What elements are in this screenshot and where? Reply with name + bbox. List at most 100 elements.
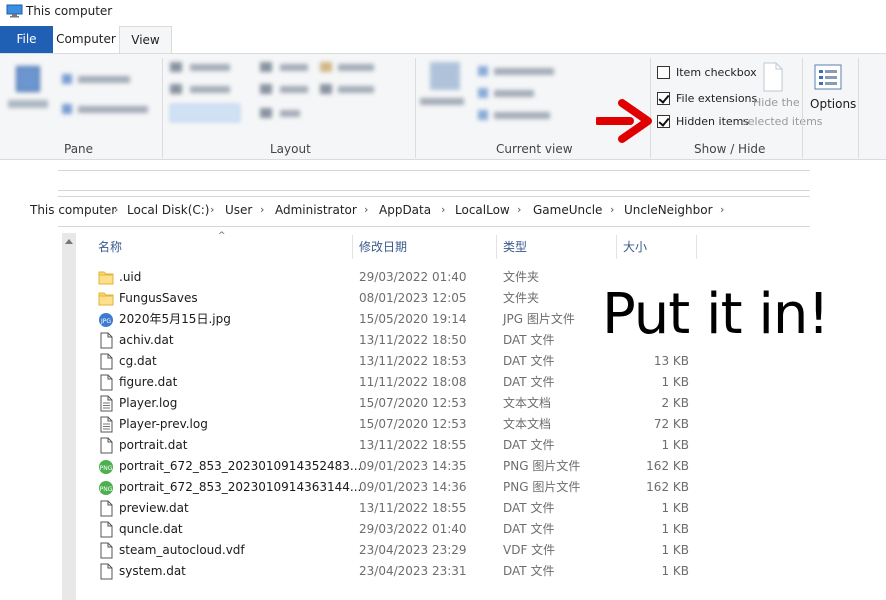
group-label-layout: Layout — [270, 142, 311, 156]
chevron-right-icon[interactable]: › — [210, 203, 214, 216]
column-divider[interactable] — [696, 235, 697, 259]
file-extensions-checkbox[interactable] — [657, 92, 670, 105]
scroll-up-icon[interactable] — [65, 239, 73, 244]
jpg-icon: JPG — [98, 311, 114, 328]
svg-text:PNG: PNG — [100, 465, 113, 472]
chevron-right-icon[interactable]: › — [114, 203, 118, 216]
file-size: 1 KB — [661, 522, 689, 536]
hide-selected-items-icon — [763, 62, 783, 92]
item-checkboxes-label: Item checkbox — [676, 66, 757, 79]
file-size: 1 KB — [661, 438, 689, 452]
options-button[interactable]: Options — [810, 97, 856, 111]
file-name: figure.dat — [119, 375, 178, 389]
file-date: 15/07/2020 12:53 — [359, 417, 467, 431]
file-size: 1 KB — [661, 543, 689, 557]
current-view-options[interactable] — [420, 62, 560, 122]
file-type: VDF 文件 — [503, 543, 556, 557]
file-date: 15/07/2020 12:53 — [359, 396, 467, 410]
file-name: portrait.dat — [119, 438, 188, 452]
file-date: 29/03/2022 01:40 — [359, 270, 467, 284]
file-icon — [98, 521, 114, 538]
file-row[interactable]: Player.log 15/07/2020 12:53 文本文档 2 KB — [92, 393, 792, 414]
file-type: DAT 文件 — [503, 564, 555, 578]
file-date: 13/11/2022 18:55 — [359, 501, 467, 515]
file-icon — [98, 437, 114, 454]
options-icon[interactable] — [814, 64, 842, 90]
column-divider[interactable] — [352, 235, 353, 259]
column-header-date[interactable]: 修改日期 — [359, 233, 407, 261]
file-name: 2020年5月15日.jpg — [119, 312, 231, 326]
ribbon-tabs: File Computer View — [0, 26, 886, 53]
file-name: Player.log — [119, 396, 178, 410]
file-icon — [98, 374, 114, 391]
ribbon-separator — [858, 58, 859, 158]
chevron-right-icon[interactable]: › — [441, 203, 445, 216]
file-date: 23/04/2023 23:31 — [359, 564, 467, 578]
address-bar-divider — [58, 170, 810, 171]
breadcrumb-item[interactable]: User — [225, 203, 252, 217]
file-size: 13 KB — [653, 354, 689, 368]
file-row[interactable]: cg.dat 13/11/2022 18:53 DAT 文件 13 KB — [92, 351, 792, 372]
breadcrumb-item[interactable]: AppData — [379, 203, 431, 217]
chevron-right-icon[interactable]: › — [720, 203, 724, 216]
file-size: 1 KB — [661, 501, 689, 515]
file-row[interactable]: system.dat 23/04/2023 23:31 DAT 文件 1 KB — [92, 561, 792, 582]
file-icon — [98, 542, 114, 559]
file-type: DAT 文件 — [503, 354, 555, 368]
file-type: DAT 文件 — [503, 375, 555, 389]
file-row[interactable]: Player-prev.log 15/07/2020 12:53 文本文档 72 KB — [92, 414, 792, 435]
breadcrumb-item[interactable]: Local Disk(C:) — [127, 203, 209, 217]
breadcrumb-item[interactable]: This computer — [30, 203, 116, 217]
file-date: 09/01/2023 14:36 — [359, 480, 467, 494]
file-name: Player-prev.log — [119, 417, 208, 431]
hide-selected-label-2[interactable]: selected items — [742, 115, 823, 128]
chevron-right-icon[interactable]: › — [610, 203, 614, 216]
file-date: 08/01/2023 12:05 — [359, 291, 467, 305]
breadcrumb-item[interactable]: Administrator — [275, 203, 357, 217]
red-arrow-annotation — [596, 99, 652, 143]
hidden-items-checkbox[interactable] — [657, 115, 670, 128]
column-header-name[interactable]: 名称 — [98, 233, 122, 261]
layout-options[interactable] — [170, 60, 400, 124]
file-row[interactable]: steam_autocloud.vdf 23/04/2023 23:29 VDF 文… — [92, 540, 792, 561]
navigation-pane-button[interactable] — [8, 64, 48, 114]
column-header-type[interactable]: 类型 — [503, 233, 527, 261]
chevron-right-icon[interactable]: › — [260, 203, 264, 216]
vertical-scrollbar[interactable] — [62, 233, 76, 600]
file-row[interactable]: PNG portrait_672_853_2023010914352483... 0… — [92, 456, 792, 477]
text-icon — [98, 395, 114, 412]
tab-file[interactable]: File — [0, 26, 53, 53]
address-bar-divider — [58, 196, 810, 197]
file-name: portrait_672_853_2023010914363144... — [119, 480, 362, 494]
computer-icon — [6, 4, 23, 18]
file-name: steam_autocloud.vdf — [119, 543, 245, 557]
breadcrumb-item[interactable]: GameUncle — [533, 203, 602, 217]
file-date: 29/03/2022 01:40 — [359, 522, 467, 536]
file-row[interactable]: portrait.dat 13/11/2022 18:55 DAT 文件 1 KB — [92, 435, 792, 456]
file-row[interactable]: quncle.dat 29/03/2022 01:40 DAT 文件 1 KB — [92, 519, 792, 540]
breadcrumb-item[interactable]: LocalLow — [455, 203, 510, 217]
preview-pane-button[interactable] — [62, 72, 132, 86]
chevron-right-icon[interactable]: › — [364, 203, 368, 216]
column-divider[interactable] — [496, 235, 497, 259]
file-name: preview.dat — [119, 501, 189, 515]
folder-icon — [98, 290, 114, 307]
item-checkboxes-checkbox[interactable] — [657, 66, 670, 79]
tab-computer[interactable]: Computer — [53, 26, 119, 53]
chevron-right-icon[interactable]: › — [517, 203, 521, 216]
hide-selected-label-1[interactable]: Hide the — [753, 96, 800, 109]
file-row[interactable]: figure.dat 11/11/2022 18:08 DAT 文件 1 KB — [92, 372, 792, 393]
details-pane-button[interactable] — [62, 102, 152, 116]
file-size: 2 KB — [661, 396, 689, 410]
breadcrumb-item[interactable]: UncleNeighbor — [624, 203, 713, 217]
file-type: 文本文档 — [503, 396, 552, 410]
file-size: 162 KB — [646, 459, 689, 473]
file-name: achiv.dat — [119, 333, 174, 347]
file-type: JPG 图片文件 — [503, 312, 575, 326]
file-size: 162 KB — [646, 480, 689, 494]
tab-view[interactable]: View — [119, 26, 172, 53]
file-row[interactable]: PNG portrait_672_853_2023010914363144... 0… — [92, 477, 792, 498]
column-header-size[interactable]: 大小 — [623, 233, 647, 261]
column-divider[interactable] — [616, 235, 617, 259]
file-row[interactable]: preview.dat 13/11/2022 18:55 DAT 文件 1 KB — [92, 498, 792, 519]
